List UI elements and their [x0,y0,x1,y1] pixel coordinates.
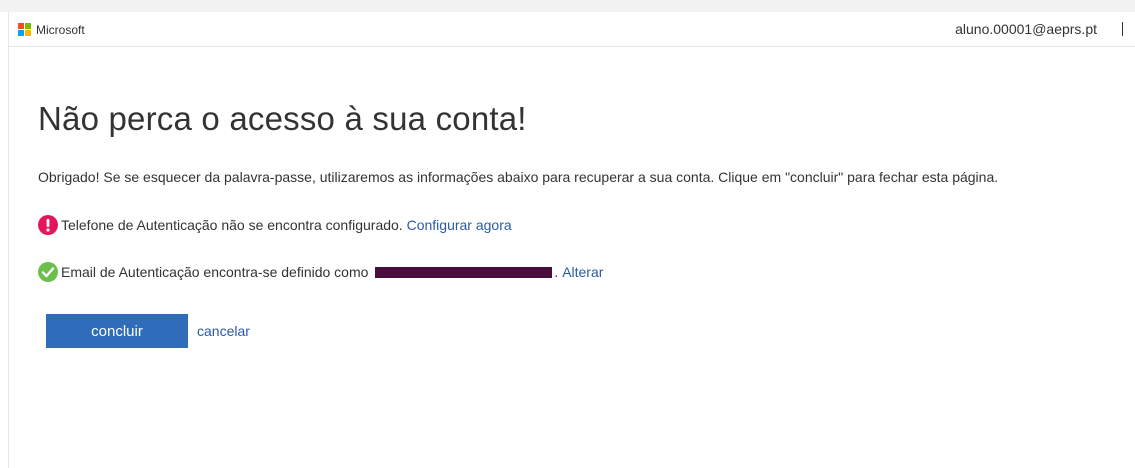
email-status: Email de Autenticação encontra-se defini… [38,262,603,282]
change-email-link[interactable]: Alterar [562,264,603,280]
configure-now-link[interactable]: Configurar agora [407,217,512,233]
microsoft-logo-icon [18,23,32,37]
page-title: Não perca o acesso à sua conta! [38,100,527,137]
description-text: Obrigado! Se se esquecer da palavra-pass… [38,169,999,185]
header-divider [1122,22,1123,36]
header-bar: Microsoft aluno.00001@aeprs.pt [9,12,1135,47]
redacted-email [375,266,553,278]
email-status-text: Email de Autenticação encontra-se defini… [61,264,369,280]
top-strip [0,0,1135,12]
phone-status-text: Telefone de Autenticação não se encontra… [61,217,403,233]
phone-status: Telefone de Autenticação não se encontra… [38,215,512,235]
brand-name: Microsoft [36,23,85,37]
cancel-link[interactable]: cancelar [197,323,250,339]
microsoft-logo: Microsoft [18,23,85,37]
account-email[interactable]: aluno.00001@aeprs.pt [955,21,1097,37]
finish-button[interactable]: concluir [46,314,188,348]
page-frame: Microsoft aluno.00001@aeprs.pt Não perca… [8,12,1135,468]
exclamation-icon [38,215,58,235]
checkmark-icon [38,262,58,282]
